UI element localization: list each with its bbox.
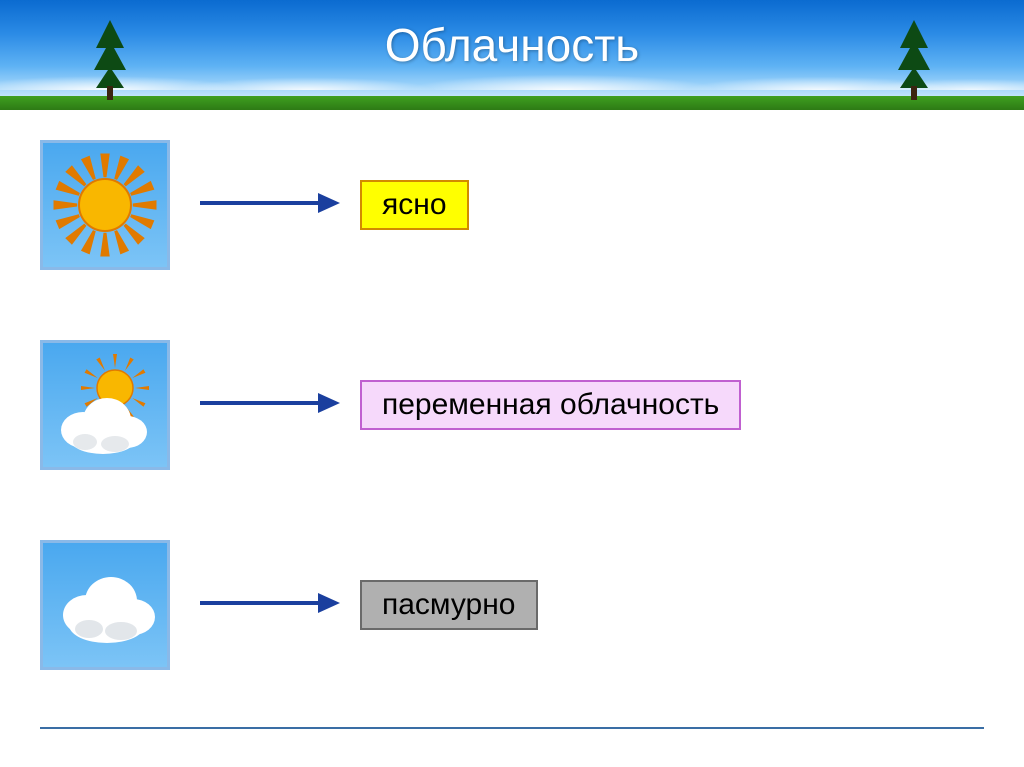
label-clear: ясно — [360, 180, 469, 230]
sun-icon — [40, 140, 170, 270]
header-banner: Облачность — [0, 0, 1024, 110]
grass-decoration — [0, 96, 1024, 110]
content-area: ясно — [0, 110, 1024, 730]
arrow-icon — [200, 191, 340, 220]
weather-row-overcast: пасмурно — [40, 540, 984, 670]
cloud-icon — [40, 540, 170, 670]
weather-row-clear: ясно — [40, 140, 984, 270]
divider — [40, 727, 984, 729]
arrow-icon — [200, 591, 340, 620]
page-title: Облачность — [0, 18, 1024, 72]
arrow-icon — [200, 391, 340, 420]
label-overcast: пасмурно — [360, 580, 538, 630]
sun-cloud-icon — [40, 340, 170, 470]
weather-row-partly: переменная облачность — [40, 340, 984, 470]
label-partly: переменная облачность — [360, 380, 741, 430]
